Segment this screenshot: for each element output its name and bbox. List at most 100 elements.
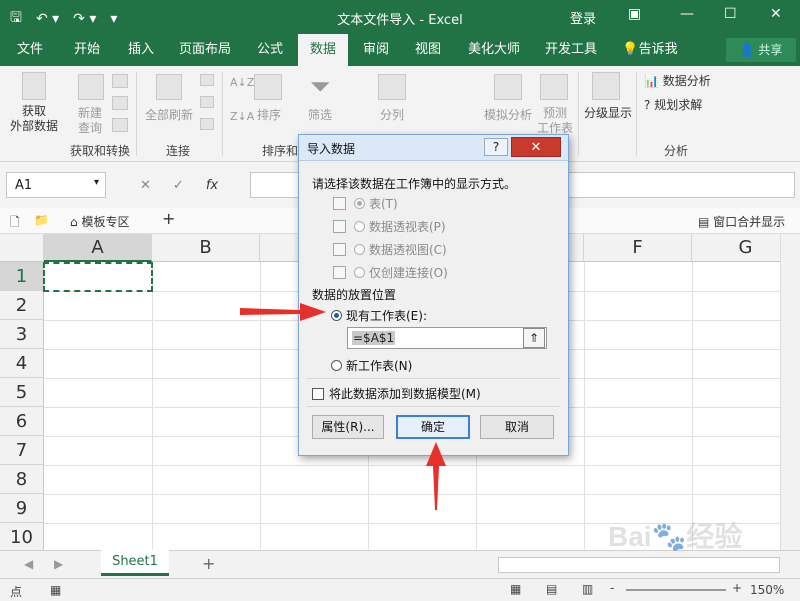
cancel-icon[interactable]: ✕ [140, 178, 151, 193]
tab-tell-me[interactable]: 💡告诉我 [614, 34, 686, 66]
login-link[interactable]: 登录 [570, 8, 596, 27]
page-layout-icon[interactable]: ▤ [546, 582, 557, 596]
minimize-icon[interactable]: — [680, 6, 694, 22]
what-if-analysis-button[interactable]: 模拟分析 [480, 106, 536, 123]
option-existing-sheet: 现有工作表(E): [331, 307, 427, 324]
filter-button[interactable]: 筛选 [302, 106, 338, 123]
radio-connection-only[interactable] [354, 267, 365, 278]
tab-insert[interactable]: 插入 [116, 34, 166, 66]
sort-az-icon[interactable]: A↓Z [230, 76, 254, 89]
window-merge-button[interactable]: ▤ 窗口合并显示 [698, 213, 785, 230]
refresh-all-button[interactable]: 全部刷新 [142, 106, 196, 123]
macro-record-icon[interactable]: ▦ [50, 583, 61, 597]
template-zone-tab[interactable]: ⌂ 模板专区 [70, 213, 129, 230]
text-to-columns-icon [378, 74, 406, 100]
ribbon-separator [636, 72, 637, 156]
cancel-button[interactable]: 取消 [480, 415, 554, 439]
zoom-slider[interactable] [626, 589, 726, 591]
tab-home[interactable]: 开始 [62, 34, 112, 66]
share-button[interactable]: 👤 共享 [726, 38, 796, 62]
new-query-button[interactable]: 新建 查询 [70, 106, 110, 136]
forecast-sheet-button[interactable]: 预测 工作表 [534, 106, 576, 136]
selected-cell-a1[interactable] [43, 262, 153, 292]
tab-page-layout[interactable]: 页面布局 [170, 34, 240, 66]
tab-beautify[interactable]: 美化大师 [458, 34, 530, 66]
properties-button[interactable]: 属性(R)... [312, 415, 384, 439]
grid-line [152, 262, 153, 550]
ribbon-options-icon[interactable]: ▣ [628, 6, 641, 22]
radio-pivot-table[interactable] [354, 221, 365, 232]
zoom-out-button[interactable]: - [610, 581, 614, 595]
scroll-left-icon[interactable]: ◀ [24, 557, 33, 571]
tab-formulas[interactable]: 公式 [246, 34, 294, 66]
tab-developer[interactable]: 开发工具 [536, 34, 606, 66]
insert-function-icon[interactable]: fx [206, 178, 218, 193]
range-picker-icon[interactable]: ⇑ [523, 328, 545, 348]
filter-icon: ⏷ [309, 72, 331, 102]
row-header[interactable]: 4 [0, 349, 44, 378]
row-header[interactable]: 8 [0, 465, 44, 494]
page-break-icon[interactable]: ▥ [582, 582, 593, 596]
row-header[interactable]: 2 [0, 291, 44, 320]
outline-button[interactable]: 分级显示 [580, 104, 636, 121]
recent-sources-icon[interactable] [112, 118, 128, 132]
normal-view-icon[interactable]: ▦ [510, 582, 521, 596]
pivot-table-icon [333, 220, 346, 233]
select-all-corner[interactable] [0, 234, 44, 262]
folder-icon[interactable]: 📁 [34, 213, 49, 227]
connections-icon[interactable] [200, 74, 214, 86]
grid-line [692, 262, 693, 550]
ok-button[interactable]: 确定 [396, 415, 470, 439]
horizontal-scrollbar[interactable] [498, 557, 780, 573]
add-sheet-button[interactable]: + [202, 554, 215, 573]
pivot-chart-icon [333, 243, 346, 256]
zoom-level[interactable]: 150% [750, 583, 784, 597]
vertical-scrollbar[interactable] [780, 234, 800, 550]
enter-icon[interactable]: ✓ [173, 178, 184, 193]
row-header[interactable]: 7 [0, 436, 44, 465]
name-box[interactable]: A1 ▾ [6, 172, 106, 198]
radio-table[interactable] [354, 198, 365, 209]
row-header[interactable]: 5 [0, 378, 44, 407]
row-header[interactable]: 10 [0, 523, 44, 550]
show-queries-icon[interactable] [112, 74, 128, 88]
data-analysis-button[interactable]: 📊 数据分析 [644, 72, 711, 89]
what-if-icon [494, 74, 522, 100]
radio-existing-sheet[interactable] [331, 310, 342, 321]
add-to-model-checkbox[interactable] [312, 388, 324, 400]
close-icon[interactable]: ✕ [770, 6, 782, 22]
tab-file[interactable]: 文件 [8, 34, 52, 66]
sort-button[interactable]: 排序 [252, 106, 286, 123]
dialog-close-button[interactable]: ✕ [511, 137, 561, 157]
radio-new-sheet[interactable] [331, 360, 342, 371]
title-bar: 🖫 ↶ ▾ ↷ ▾ ▾ 文本文件导入 - Excel 登录 ▣ — ☐ ✕ [0, 0, 800, 34]
row-header[interactable]: 6 [0, 407, 44, 436]
radio-pivot-chart[interactable] [354, 244, 365, 255]
add-tab-button[interactable]: + [162, 209, 175, 228]
from-table-icon[interactable] [112, 96, 128, 110]
zoom-in-button[interactable]: + [732, 581, 742, 595]
column-header-b[interactable]: B [152, 234, 260, 262]
chevron-down-icon[interactable]: ▾ [94, 177, 99, 188]
row-header[interactable]: 3 [0, 320, 44, 349]
text-to-columns-button[interactable]: 分列 [374, 106, 410, 123]
row-header[interactable]: 1 [0, 262, 44, 291]
tab-review[interactable]: 审阅 [352, 34, 400, 66]
get-external-data-button[interactable]: 获取 外部数据 [4, 104, 64, 134]
column-header-a[interactable]: A [44, 234, 152, 262]
help-button[interactable]: ? [484, 138, 508, 156]
new-query-icon [78, 74, 104, 100]
new-doc-icon[interactable]: 🗋 [10, 213, 20, 234]
edit-links-icon[interactable] [200, 118, 214, 130]
range-input[interactable]: =$A$1 [347, 327, 547, 349]
scroll-right-icon[interactable]: ▶ [54, 557, 63, 571]
tab-data[interactable]: 数据 [298, 34, 348, 66]
column-header-f[interactable]: F [584, 234, 692, 262]
solver-button[interactable]: ? 规划求解 [644, 96, 702, 113]
sheet-tab[interactable]: Sheet1 [101, 550, 169, 576]
properties-icon[interactable] [200, 96, 214, 108]
row-header[interactable]: 9 [0, 494, 44, 523]
tab-view[interactable]: 视图 [404, 34, 452, 66]
maximize-icon[interactable]: ☐ [724, 6, 737, 22]
sort-za-icon[interactable]: Z↓A [230, 110, 254, 123]
